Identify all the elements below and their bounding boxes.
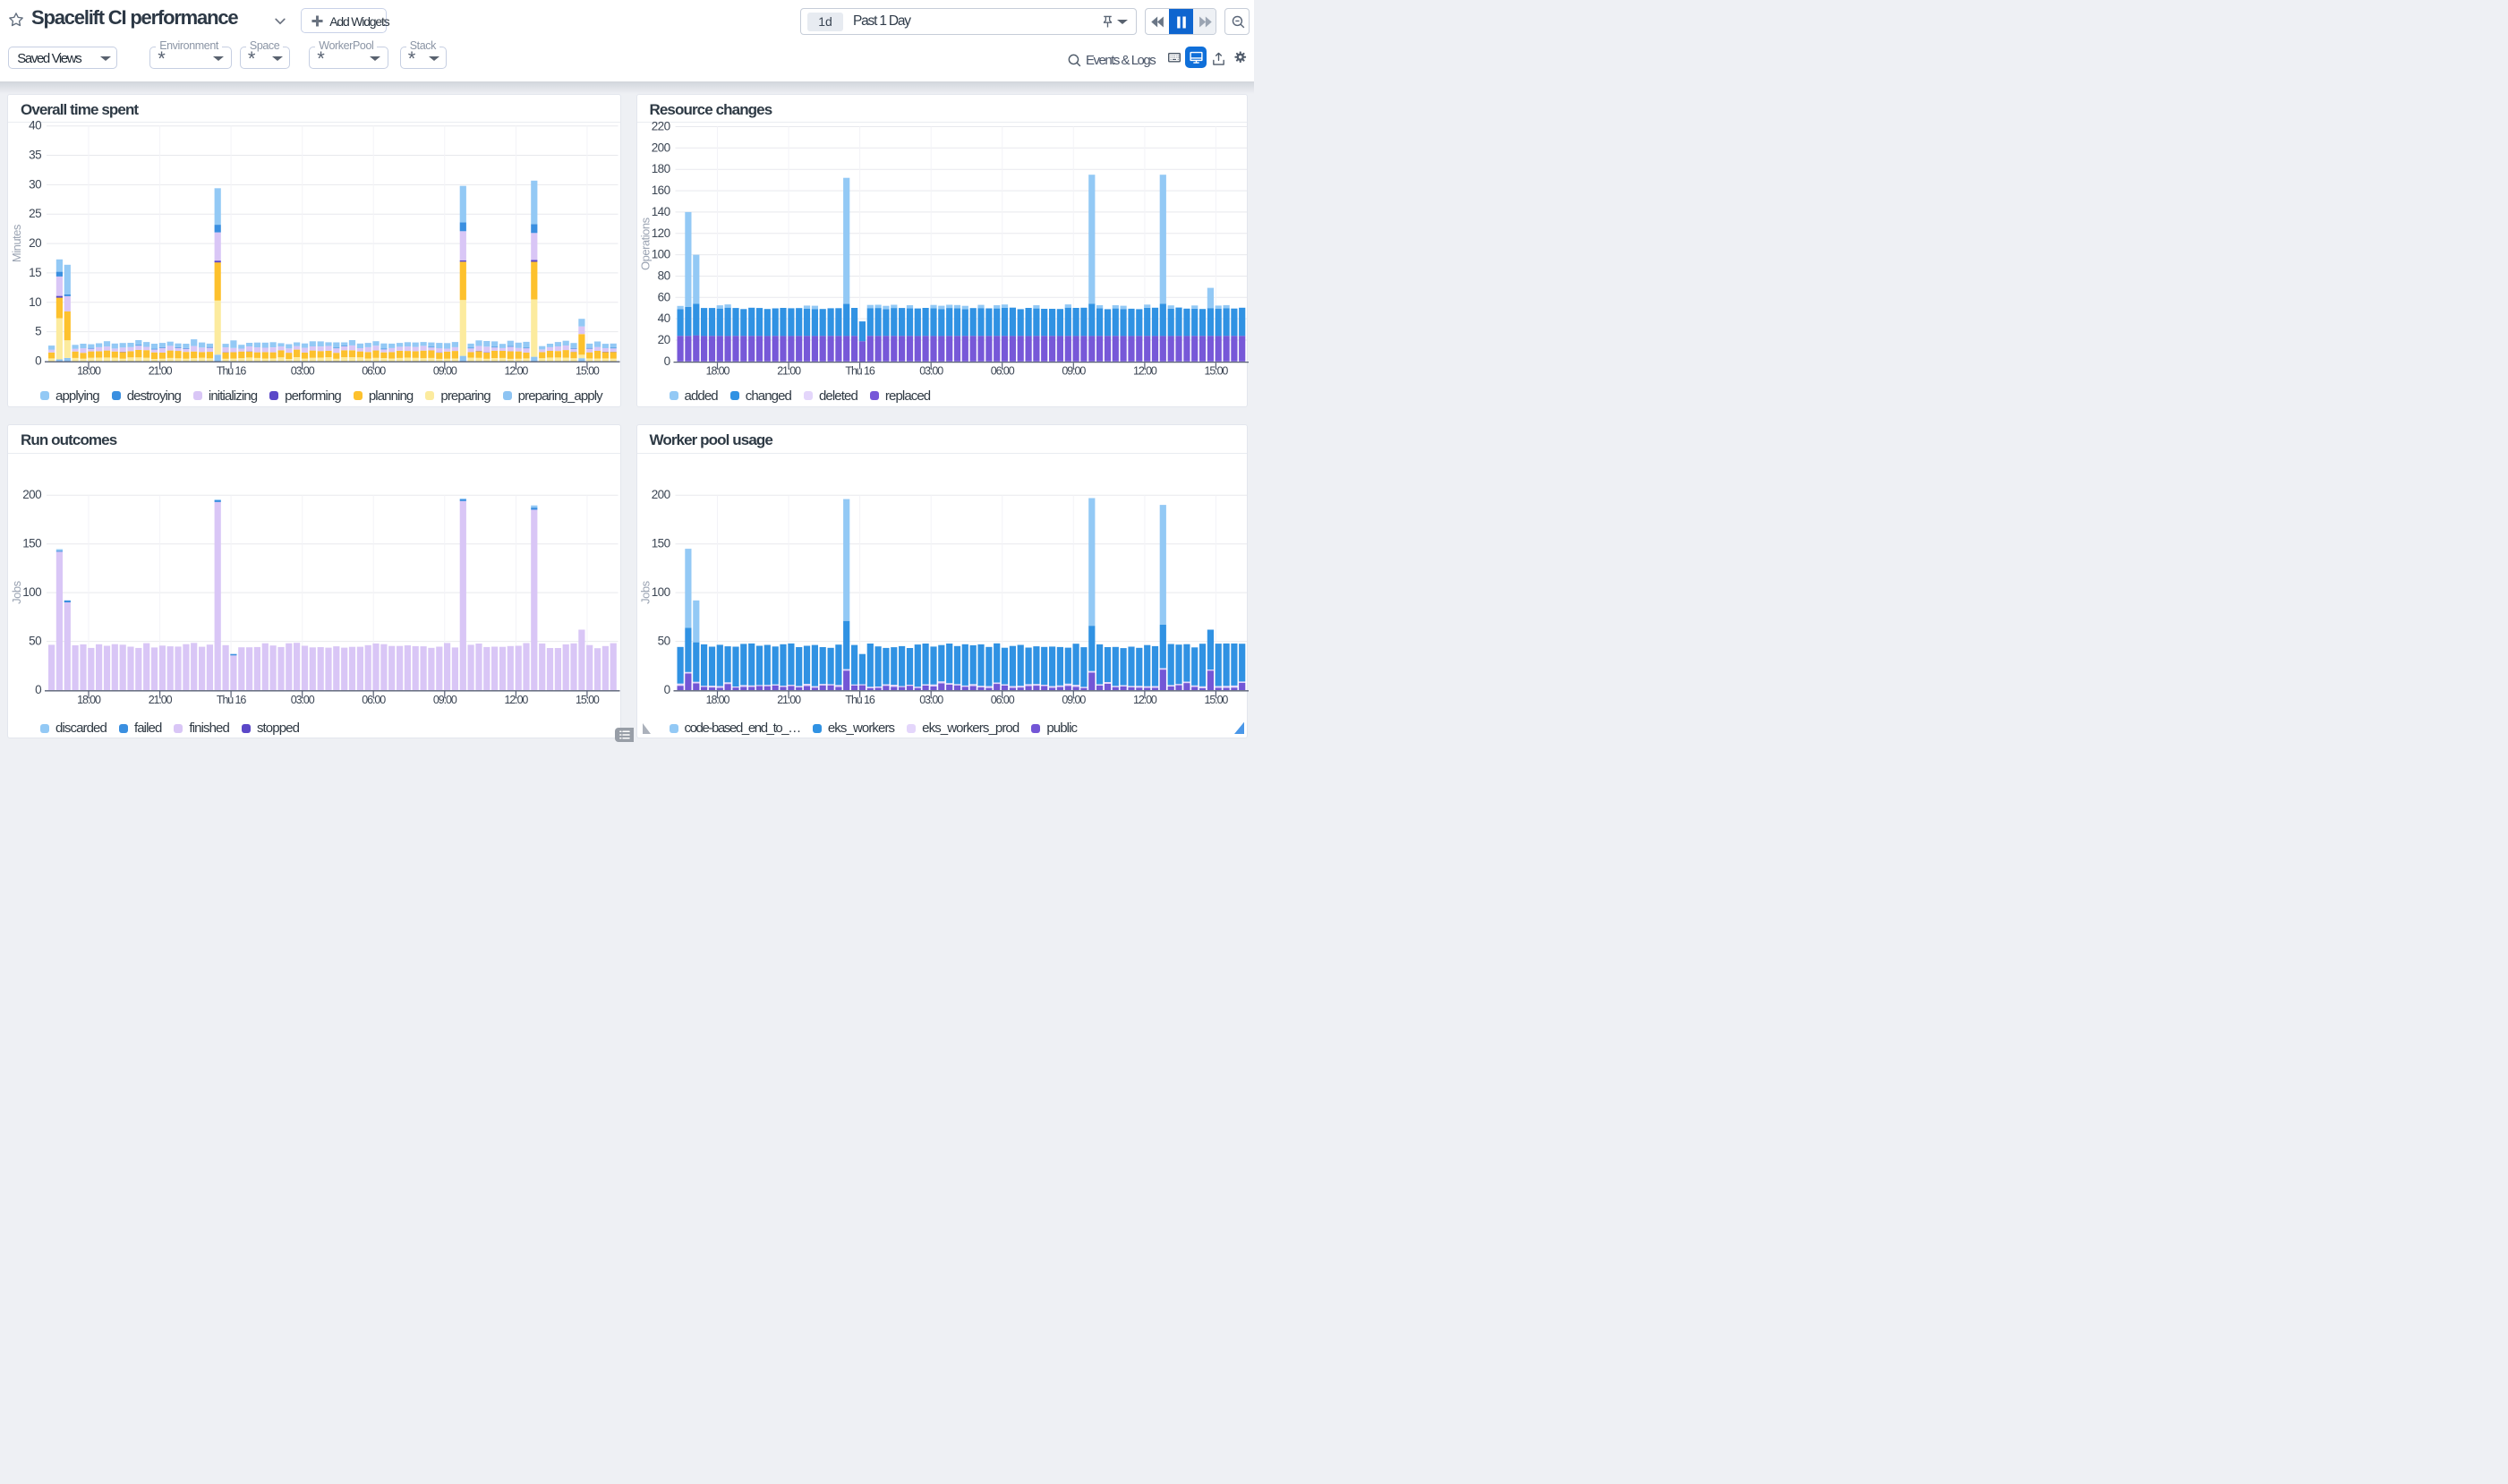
svg-text:80: 80 (658, 269, 670, 283)
svg-text:200: 200 (652, 141, 670, 154)
svg-text:0: 0 (664, 683, 670, 696)
svg-text:15:00: 15:00 (576, 694, 600, 706)
svg-text:25: 25 (29, 207, 41, 220)
svg-text:12:00: 12:00 (1133, 365, 1157, 378)
svg-text:03:00: 03:00 (291, 694, 315, 706)
svg-text:60: 60 (658, 290, 670, 303)
svg-text:20: 20 (29, 236, 41, 250)
svg-text:100: 100 (652, 585, 670, 599)
svg-text:180: 180 (652, 162, 670, 175)
svg-text:0: 0 (664, 354, 670, 368)
svg-text:50: 50 (29, 635, 41, 648)
svg-text:21:00: 21:00 (777, 365, 801, 378)
svg-text:40: 40 (658, 311, 670, 325)
svg-text:06:00: 06:00 (362, 364, 386, 377)
svg-text:Jobs: Jobs (639, 580, 653, 603)
svg-text:06:00: 06:00 (362, 694, 386, 706)
svg-text:03:00: 03:00 (291, 364, 315, 377)
svg-text:18:00: 18:00 (706, 365, 730, 378)
svg-text:Operations: Operations (639, 217, 653, 270)
svg-text:160: 160 (652, 183, 670, 197)
svg-text:0: 0 (35, 683, 41, 696)
svg-text:150: 150 (652, 537, 670, 550)
svg-text:Jobs: Jobs (10, 580, 23, 603)
svg-text:09:00: 09:00 (433, 364, 457, 377)
svg-text:Thu 16: Thu 16 (845, 365, 874, 378)
svg-text:09:00: 09:00 (1062, 694, 1086, 706)
svg-text:03:00: 03:00 (919, 365, 943, 378)
svg-text:06:00: 06:00 (991, 365, 1015, 378)
svg-text:100: 100 (22, 585, 41, 599)
svg-text:21:00: 21:00 (777, 694, 801, 706)
svg-text:12:00: 12:00 (1133, 694, 1157, 706)
svg-text:12:00: 12:00 (505, 364, 529, 377)
svg-text:Thu 16: Thu 16 (217, 694, 246, 706)
svg-text:30: 30 (29, 177, 41, 191)
svg-text:18:00: 18:00 (77, 694, 101, 706)
svg-text:50: 50 (658, 635, 670, 648)
svg-text:200: 200 (652, 488, 670, 501)
svg-text:Thu 16: Thu 16 (845, 694, 874, 706)
svg-text:12:00: 12:00 (505, 694, 529, 706)
svg-text:35: 35 (29, 149, 41, 162)
svg-text:15:00: 15:00 (1205, 694, 1229, 706)
svg-text:140: 140 (652, 205, 670, 218)
svg-text:09:00: 09:00 (433, 694, 457, 706)
svg-text:100: 100 (652, 248, 670, 261)
svg-text:18:00: 18:00 (77, 364, 101, 377)
svg-text:21:00: 21:00 (149, 694, 173, 706)
svg-text:09:00: 09:00 (1062, 365, 1086, 378)
svg-text:20: 20 (658, 333, 670, 346)
svg-text:5: 5 (35, 325, 41, 338)
svg-text:21:00: 21:00 (149, 364, 173, 377)
svg-text:Minutes: Minutes (10, 224, 23, 262)
svg-text:03:00: 03:00 (919, 694, 943, 706)
svg-text:10: 10 (29, 295, 41, 309)
svg-text:18:00: 18:00 (706, 694, 730, 706)
svg-text:15: 15 (29, 266, 41, 279)
svg-text:220: 220 (652, 120, 670, 133)
svg-text:06:00: 06:00 (991, 694, 1015, 706)
svg-text:0: 0 (35, 354, 41, 368)
svg-text:40: 40 (29, 119, 41, 132)
svg-text:200: 200 (22, 488, 41, 501)
svg-text:15:00: 15:00 (1205, 365, 1229, 378)
svg-text:150: 150 (22, 537, 41, 550)
svg-text:Thu 16: Thu 16 (217, 364, 246, 377)
svg-text:15:00: 15:00 (576, 364, 600, 377)
svg-text:120: 120 (652, 226, 670, 240)
